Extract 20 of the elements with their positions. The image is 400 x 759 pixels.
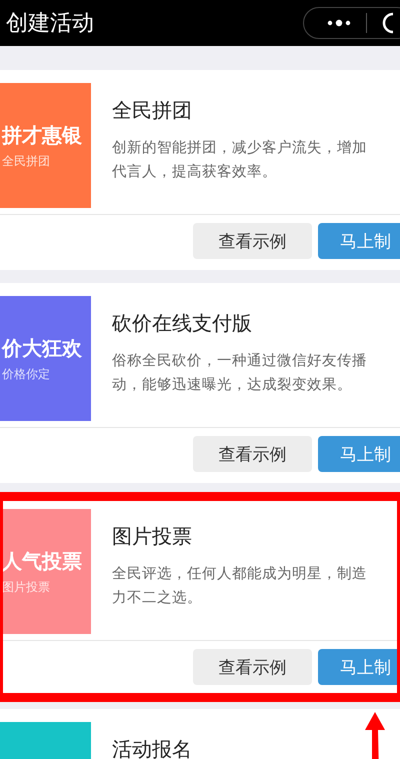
activity-card[interactable]: 价大狂欢 价格你定 砍价在线支付版 俗称全民砍价，一种通过微信好友传播 动，能够迅速曝光，达成裂变效果。 查看示例 马上制 bbox=[0, 283, 400, 483]
activity-title: 活动报名 bbox=[112, 736, 192, 759]
activity-description: 俗称全民砍价，一种通过微信好友传播 动，能够迅速曝光，达成裂变效果。 bbox=[112, 352, 367, 395]
banner-headline: 拼才惠银 bbox=[2, 122, 83, 148]
activity-title: 图片投票 bbox=[112, 523, 193, 550]
banner-headline: 人气投票 bbox=[2, 548, 83, 574]
banner-subline: 价格你定 bbox=[2, 366, 51, 382]
banner-subline: 全民拼团 bbox=[2, 152, 51, 170]
activity-title: 全民拼团 bbox=[112, 97, 193, 124]
view-example-button[interactable]: 查看示例 bbox=[193, 223, 312, 259]
view-example-button[interactable]: 查看示例 bbox=[193, 649, 312, 685]
banner-subline: 图片投票 bbox=[2, 578, 51, 596]
view-example-button[interactable]: 查看示例 bbox=[193, 436, 312, 472]
banner-headline: 价大狂欢 bbox=[2, 334, 83, 362]
activity-description: 全民评选，任何人都能成为明星，制造 力不二之选。 bbox=[112, 565, 367, 608]
activity-description: 创新的智能拼团，减少客户流失，增加 代言人，提高获客效率。 bbox=[112, 138, 367, 182]
activity-title: 砍价在线支付版 bbox=[112, 310, 253, 337]
activity-card[interactable]: 活动报名 bbox=[0, 709, 400, 759]
page-title: 创建活动 bbox=[6, 10, 94, 38]
activity-card[interactable]: 拼才惠银 全民拼团 全民拼团 创新的智能拼团，减少客户流失，增加 代言人，提高获客效率。 查看示例 马上制 bbox=[0, 70, 400, 270]
